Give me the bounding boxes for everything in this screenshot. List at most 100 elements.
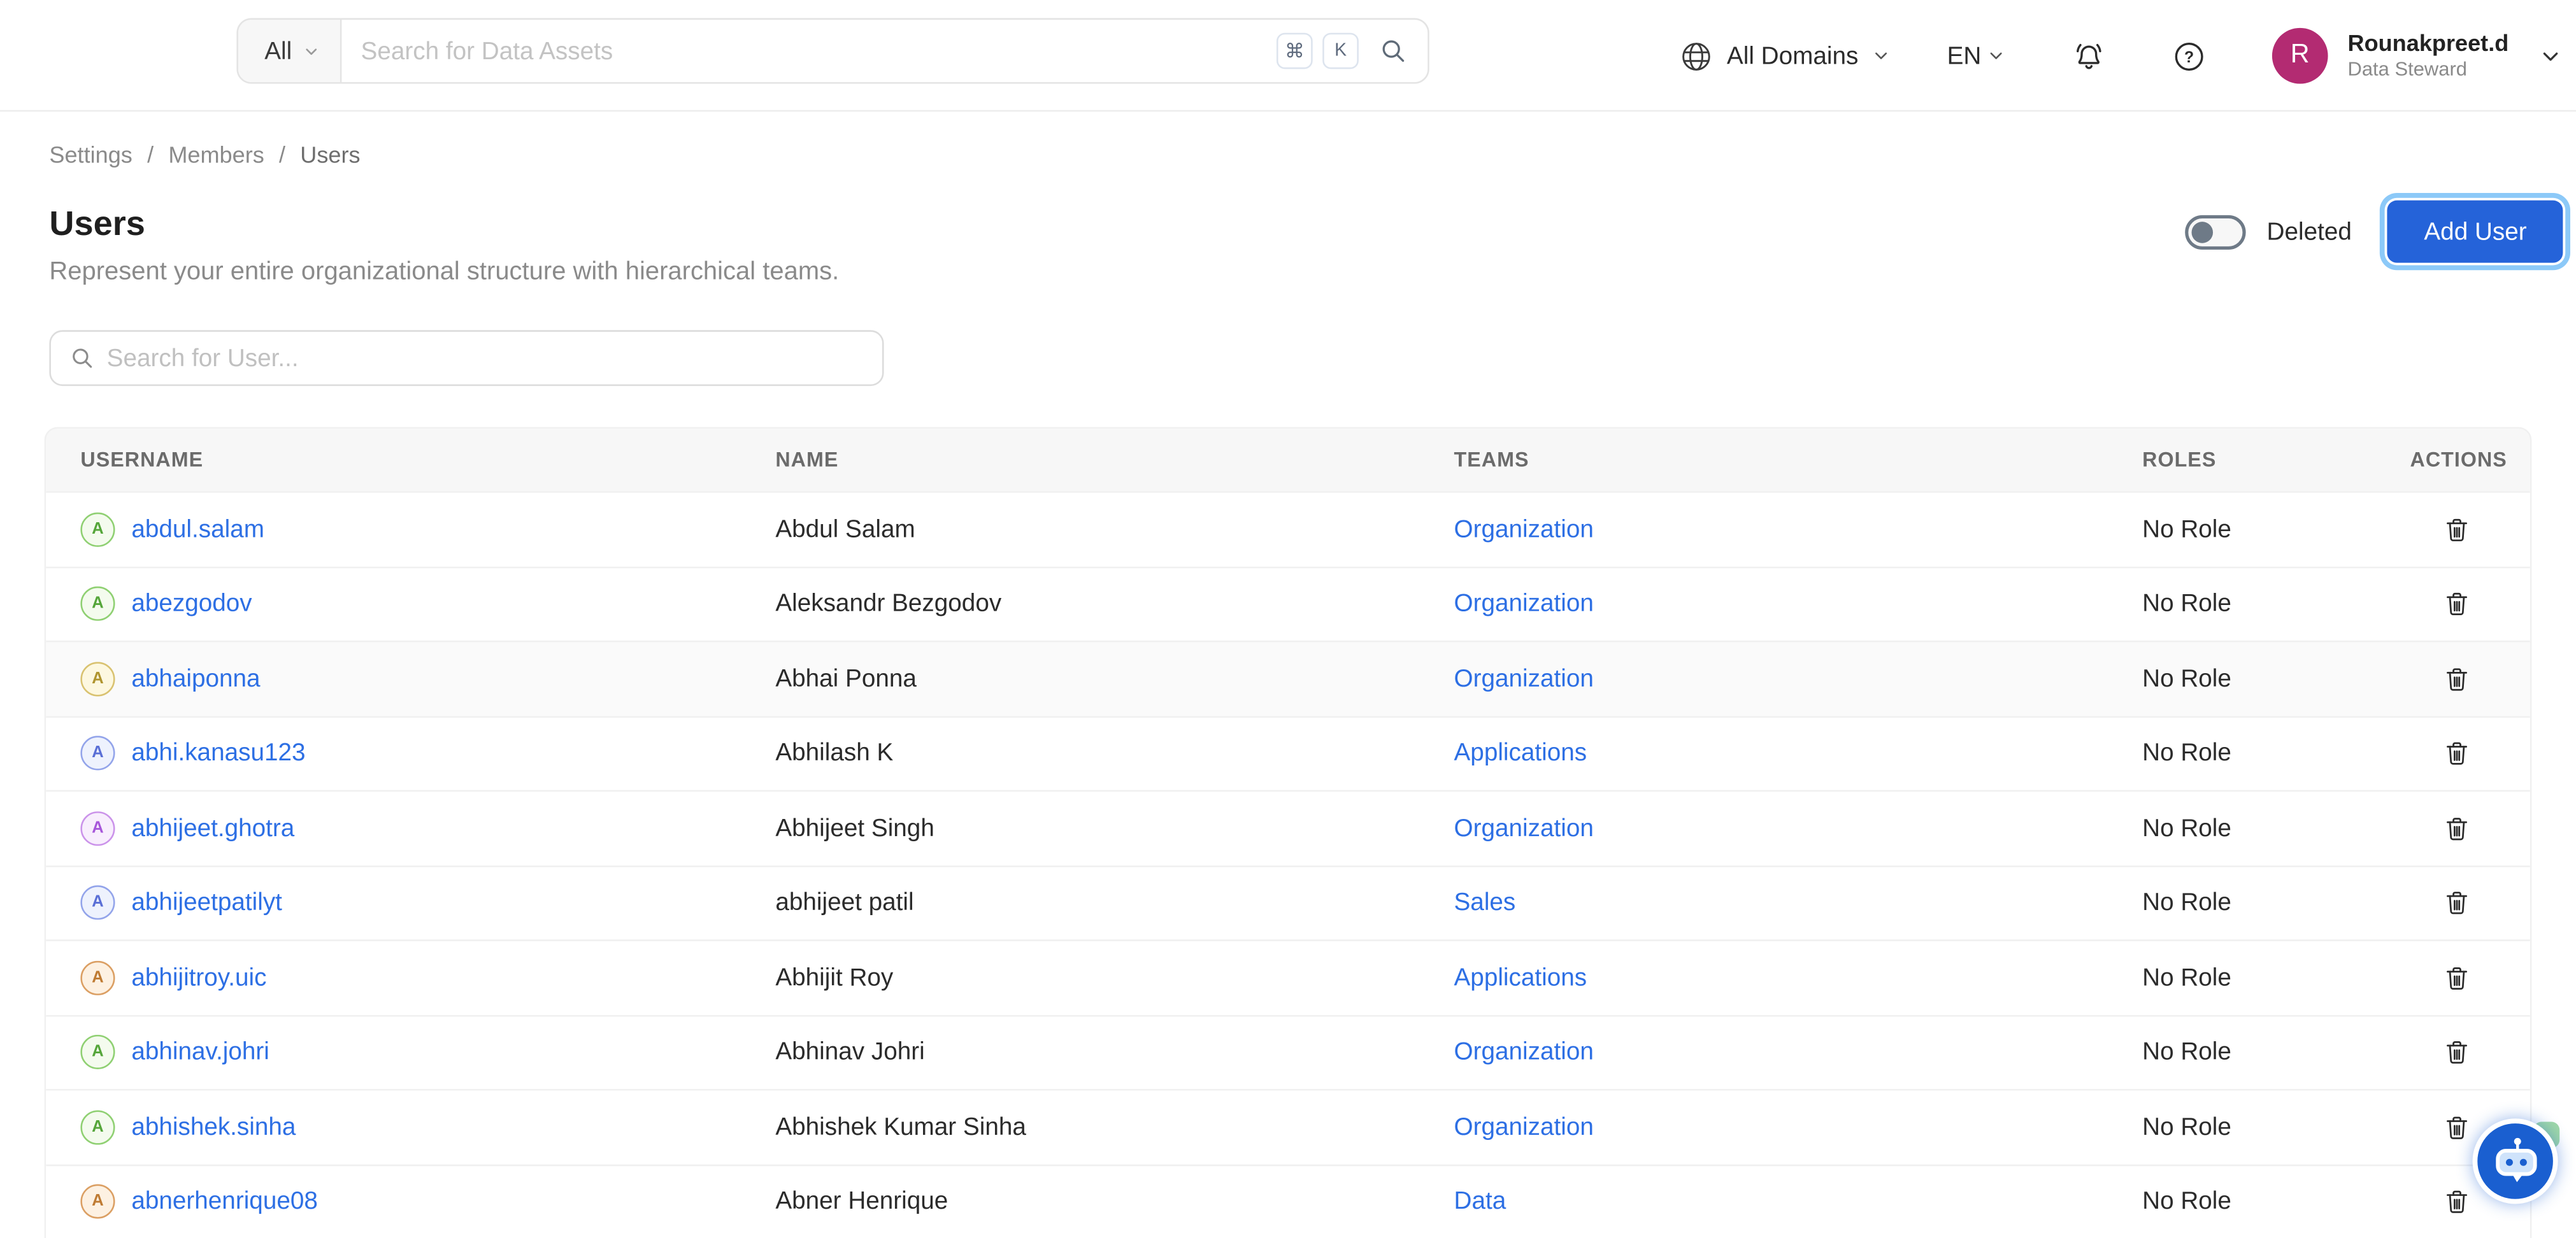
chevron-down-icon[interactable] (2538, 43, 2563, 68)
user-search-bar (49, 330, 884, 386)
search-scope-dropdown[interactable]: All (238, 20, 341, 82)
user-avatar: A (80, 662, 115, 696)
team-link[interactable]: Applications (1454, 964, 1587, 992)
table-row: Aabdul.salamAbdul SalamOrganizationNo Ro… (46, 491, 2530, 566)
help-button[interactable]: ? (2172, 39, 2207, 73)
trash-icon (2443, 815, 2471, 843)
cmd-key-badge: ⌘ (1277, 33, 1313, 69)
trash-icon (2443, 739, 2471, 767)
notifications-button[interactable] (2072, 39, 2106, 73)
breadcrumb-users[interactable]: Users (300, 141, 360, 167)
user-name: Rounakpreet.d (2347, 29, 2508, 57)
domains-label: All Domains (1727, 42, 1858, 70)
language-dropdown[interactable]: EN (1947, 42, 2006, 70)
role-value: No Role (2108, 1113, 2375, 1141)
table-row: Aabhishek.sinhaAbhishek Kumar SinhaOrgan… (46, 1089, 2530, 1163)
role-value: No Role (2108, 590, 2375, 618)
team-link[interactable]: Data (1454, 1188, 1506, 1216)
delete-user-button[interactable] (2443, 964, 2471, 992)
question-circle-icon: ? (2172, 39, 2207, 73)
toggle-knob (2191, 221, 2213, 243)
user-fullname: Abner Henrique (741, 1188, 1419, 1216)
breadcrumb-separator: / (279, 141, 285, 167)
breadcrumb: Settings / Members / Users (49, 141, 360, 167)
role-value: No Role (2108, 739, 2375, 767)
trash-icon (2443, 1039, 2471, 1067)
team-link[interactable]: Organization (1454, 515, 1594, 543)
chatbot-button[interactable] (2473, 1118, 2558, 1204)
user-avatar: A (80, 736, 115, 771)
deleted-toggle[interactable] (2185, 215, 2245, 249)
username-link[interactable]: abhaiponna (131, 665, 260, 693)
global-search-input[interactable] (341, 37, 1277, 65)
robot-icon (2487, 1134, 2544, 1190)
username-link[interactable]: abhinav.johri (131, 1039, 269, 1067)
role-value: No Role (2108, 815, 2375, 843)
column-header-name: NAME (741, 448, 1419, 471)
team-link[interactable]: Organization (1454, 665, 1594, 693)
username-link[interactable]: abezgodov (131, 590, 252, 618)
svg-text:?: ? (2184, 48, 2194, 66)
delete-user-button[interactable] (2443, 1188, 2471, 1216)
role-value: No Role (2108, 515, 2375, 543)
chevron-down-icon (1986, 46, 2006, 66)
username-link[interactable]: abhi.kanasu123 (131, 739, 305, 767)
column-header-roles: ROLES (2108, 448, 2375, 471)
team-link[interactable]: Applications (1454, 739, 1587, 767)
deleted-toggle-label: Deleted (2267, 218, 2352, 246)
user-search-input[interactable] (107, 344, 882, 372)
breadcrumb-separator: / (147, 141, 154, 167)
table-row: Aabhinav.johriAbhinav JohriOrganizationN… (46, 1014, 2530, 1089)
chevron-down-icon (1871, 46, 1891, 66)
domains-dropdown[interactable]: All Domains (1679, 39, 1891, 73)
globe-icon (1679, 39, 1714, 73)
delete-user-button[interactable] (2443, 739, 2471, 767)
username-link[interactable]: abhishek.sinha (131, 1113, 296, 1141)
delete-user-button[interactable] (2443, 1039, 2471, 1067)
team-link[interactable]: Organization (1454, 1039, 1594, 1067)
team-link[interactable]: Organization (1454, 590, 1594, 618)
delete-user-button[interactable] (2443, 1113, 2471, 1141)
username-link[interactable]: abhijeet.ghotra (131, 815, 294, 843)
role-value: No Role (2108, 964, 2375, 992)
page-actions: Deleted Add User (2185, 201, 2563, 263)
column-header-username: USERNAME (46, 448, 741, 471)
user-avatar-badge[interactable]: R (2272, 28, 2328, 84)
table-row: Aabhijitroy.uicAbhijit RoyApplicationsNo… (46, 939, 2530, 1014)
breadcrumb-settings[interactable]: Settings (49, 141, 132, 167)
delete-user-button[interactable] (2443, 815, 2471, 843)
trash-icon (2443, 964, 2471, 992)
search-icon[interactable] (1378, 36, 1408, 66)
user-fullname: Abhinav Johri (741, 1039, 1419, 1067)
table-row: Aabnerhenrique08Abner HenriqueDataNo Rol… (46, 1163, 2530, 1238)
username-link[interactable]: abdul.salam (131, 515, 264, 543)
user-fullname: Abhilash K (741, 739, 1419, 767)
user-avatar: A (80, 512, 115, 546)
delete-user-button[interactable] (2443, 665, 2471, 693)
language-label: EN (1947, 42, 1982, 70)
username-link[interactable]: abnerhenrique08 (131, 1188, 318, 1216)
delete-user-button[interactable] (2443, 515, 2471, 543)
user-avatar: A (80, 811, 115, 845)
table-row: AabhaiponnaAbhai PonnaOrganizationNo Rol… (46, 641, 2530, 715)
trash-icon (2443, 889, 2471, 917)
search-icon (69, 345, 95, 371)
team-link[interactable]: Organization (1454, 815, 1594, 843)
user-fullname: Aleksandr Bezgodov (741, 590, 1419, 618)
user-avatar: A (80, 587, 115, 621)
delete-user-button[interactable] (2443, 590, 2471, 618)
username-link[interactable]: abhijitroy.uic (131, 964, 266, 992)
app-window: All ⌘ K All Domains (0, 0, 2576, 1238)
k-key-badge: K (1322, 33, 1359, 69)
team-link[interactable]: Sales (1454, 889, 1516, 917)
username-link[interactable]: abhijeetpatilyt (131, 889, 282, 917)
role-value: No Role (2108, 1039, 2375, 1067)
delete-user-button[interactable] (2443, 889, 2471, 917)
trash-icon (2443, 590, 2471, 618)
chevron-down-icon (302, 42, 320, 60)
breadcrumb-members[interactable]: Members (168, 141, 264, 167)
team-link[interactable]: Organization (1454, 1113, 1594, 1141)
add-user-button[interactable]: Add User (2388, 201, 2563, 263)
user-fullname: abhijeet patil (741, 889, 1419, 917)
user-menu[interactable]: Rounakpreet.d Data Steward (2347, 29, 2508, 82)
